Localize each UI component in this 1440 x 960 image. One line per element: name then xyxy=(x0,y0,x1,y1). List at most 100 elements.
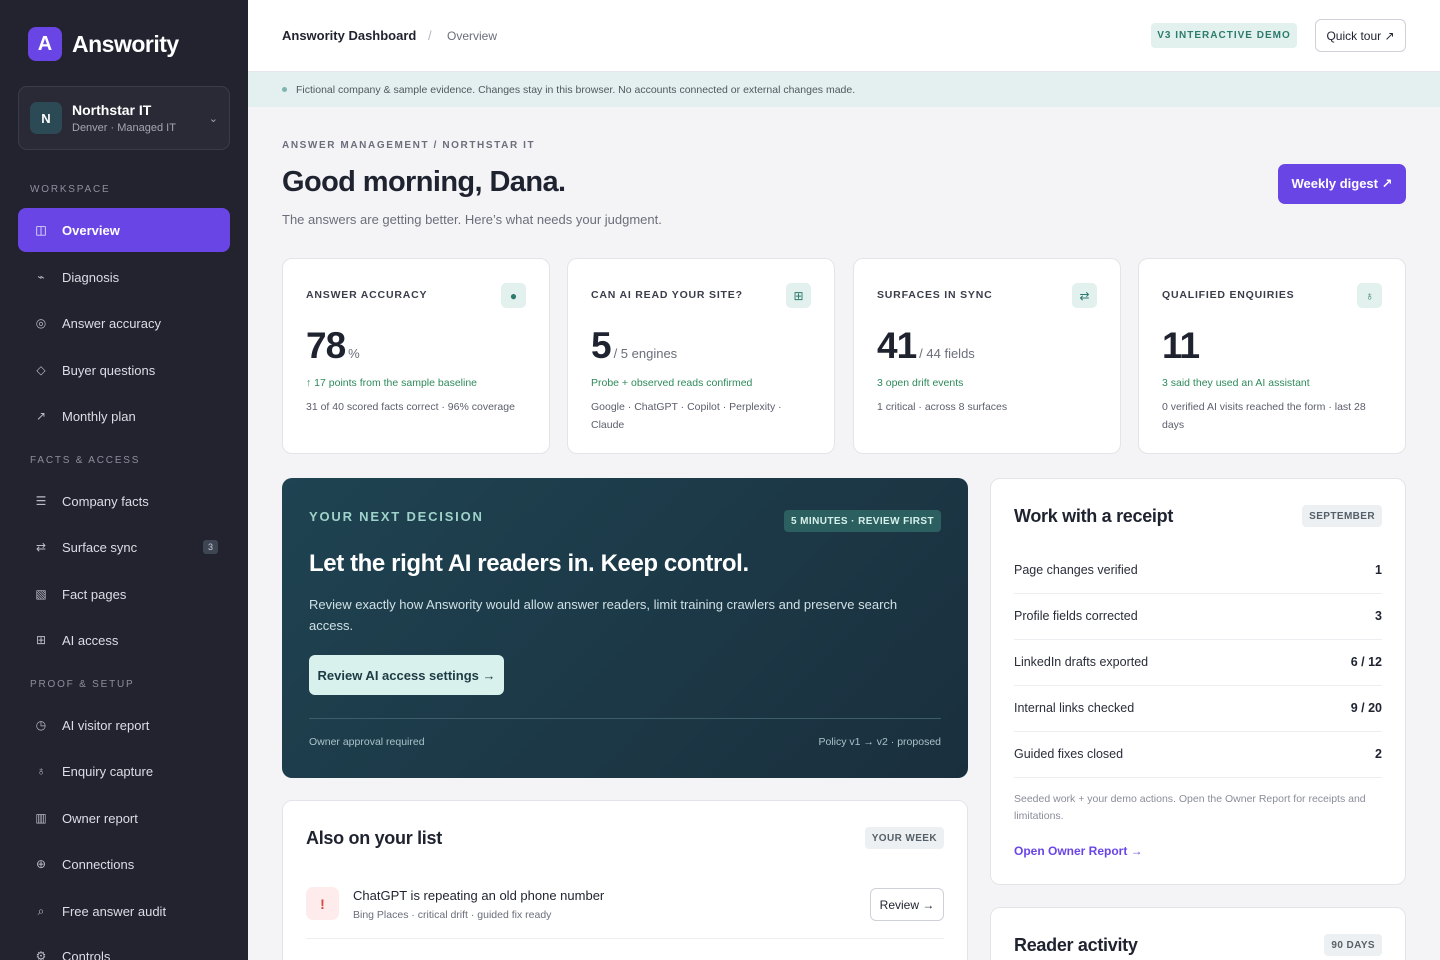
panel-title: Reader activity xyxy=(1014,935,1138,955)
receipt-row: Guided fixes closed 2 xyxy=(1014,732,1382,778)
sidebar-item-owner-report[interactable]: ▥ Owner report xyxy=(18,796,230,840)
receipt-footnote: Seeded work + your demo actions. Open th… xyxy=(1014,793,1366,822)
metric-note: Probe + observed reads confirmed xyxy=(591,377,753,389)
sync-icon: ⇄ xyxy=(1072,283,1097,308)
sidebar-item-enquiry-capture[interactable]: ♁ Enquiry capture xyxy=(18,749,230,793)
metric-value: 78 % xyxy=(306,325,360,367)
panel-title: Work with a receipt xyxy=(1014,506,1174,526)
notice-text: Fictional company & sample evidence. Cha… xyxy=(296,83,856,96)
metric-unit: / 44 fields xyxy=(919,346,975,361)
receipt-row: Profile fields corrected 3 xyxy=(1014,594,1382,640)
list-item: ! ChatGPT is repeating an old phone numb… xyxy=(306,887,944,939)
panel-title: Also on your list xyxy=(306,828,442,848)
sidebar-item-buyer-questions[interactable]: ◇ Buyer questions xyxy=(18,348,230,392)
approval-note: Owner approval required xyxy=(309,736,425,748)
sidebar-item-label: Connections xyxy=(62,856,135,872)
dot-icon xyxy=(282,87,287,92)
breadcrumb-separator: / xyxy=(428,28,432,43)
sidebar-item-label: Overview xyxy=(62,222,120,238)
search-icon: ⌕ xyxy=(37,903,45,918)
sidebar-item-overview[interactable]: ◫ Overview xyxy=(18,208,230,252)
bars-icon: ▥ xyxy=(35,811,47,825)
gear-icon: ⚙ xyxy=(35,949,47,960)
metric-value: 11 xyxy=(1162,325,1202,367)
metric-card-qualified-enquiries[interactable]: QUALIFIED ENQUIRIES ♁ 11 3 said they use… xyxy=(1138,258,1406,454)
sidebar-item-ai-access[interactable]: ⊞ AI access xyxy=(18,618,230,662)
sidebar-item-label: Enquiry capture xyxy=(62,763,154,779)
divider xyxy=(309,718,941,719)
metric-number: 11 xyxy=(1162,325,1200,366)
policy-version: Policy v1 → v2 · proposed xyxy=(818,736,941,748)
clock-icon: ◷ xyxy=(35,718,47,732)
weekly-digest-button[interactable]: Weekly digest ↗ xyxy=(1278,164,1406,204)
receipt-label: Guided fixes closed xyxy=(1014,747,1124,761)
hatch-icon: ▧ xyxy=(35,587,47,601)
sidebar-item-ai-visitor-report[interactable]: ◷ AI visitor report xyxy=(18,703,230,747)
open-owner-report-link[interactable]: Open Owner Report → xyxy=(1014,844,1143,858)
sidebar-item-company-facts[interactable]: ☰ Company facts xyxy=(18,479,230,523)
grid-icon: ⊞ xyxy=(35,633,47,647)
nav-section-workspace: WORKSPACE xyxy=(30,184,111,195)
metric-detail: 0 verified AI visits reached the form · … xyxy=(1162,401,1366,431)
sidebar-item-answer-accuracy[interactable]: ◎ Answer accuracy xyxy=(18,301,230,345)
sidebar-item-label: Fact pages xyxy=(62,586,127,602)
review-ai-access-button[interactable]: Review AI access settings → xyxy=(309,655,504,695)
receipt-value: 3 xyxy=(1375,609,1382,623)
quick-tour-button[interactable]: Quick tour ↗ xyxy=(1315,19,1406,52)
metric-note: 3 open drift events xyxy=(877,377,964,389)
metric-value: 41 / 44 fields xyxy=(877,325,975,367)
metric-card-ai-readability[interactable]: CAN AI READ YOUR SITE? ⊞ 5 / 5 engines P… xyxy=(567,258,835,454)
sidebar-item-monthly-plan[interactable]: ↗ Monthly plan xyxy=(18,394,230,438)
sidebar-item-label: Buyer questions xyxy=(62,362,156,378)
sidebar-item-label: Surface sync xyxy=(62,539,138,555)
info-icon: ● xyxy=(501,283,526,308)
receipt-label: Page changes verified xyxy=(1014,563,1138,577)
sidebar-item-label: Company facts xyxy=(62,493,149,509)
metric-detail: Google · ChatGPT · Copilot · Perplexity … xyxy=(591,401,782,431)
metric-label: SURFACES IN SYNC xyxy=(877,289,993,301)
receipt-row: Page changes verified 1 xyxy=(1014,548,1382,594)
panel-badge: SEPTEMBER xyxy=(1302,505,1382,527)
list-icon: ☰ xyxy=(35,494,47,508)
columns-icon: ◫ xyxy=(35,223,47,237)
sidebar-item-surface-sync[interactable]: ⇄ Surface sync 3 xyxy=(18,525,230,569)
decision-eyebrow: YOUR NEXT DECISION xyxy=(309,509,484,524)
sidebar-item-label: Owner report xyxy=(62,810,138,826)
sidebar-item-fact-pages[interactable]: ▧ Fact pages xyxy=(18,572,230,616)
nav-section-proof: PROOF & SETUP xyxy=(30,679,135,690)
bulb-icon: ♁ xyxy=(1357,283,1382,308)
receipt-value: 9 / 20 xyxy=(1350,701,1382,715)
reader-activity-panel: Reader activity 90 DAYS xyxy=(990,907,1406,960)
metric-note: ↑ 17 points from the sample baseline xyxy=(306,377,478,389)
metric-number: 78 xyxy=(306,325,346,366)
org-avatar: N xyxy=(30,102,62,134)
org-location: Denver · Managed IT xyxy=(72,122,176,134)
grid-icon: ⊞ xyxy=(786,283,811,308)
logo[interactable]: A Answority xyxy=(28,27,179,61)
review-button[interactable]: Review → xyxy=(870,888,944,921)
sidebar-item-controls[interactable]: ⚙ Controls xyxy=(18,934,230,960)
sidebar: A Answority N Northstar IT Denver · Mana… xyxy=(0,0,248,960)
metric-card-surfaces-in-sync[interactable]: SURFACES IN SYNC ⇄ 41 / 44 fields 3 open… xyxy=(853,258,1121,454)
org-switcher[interactable]: N Northstar IT Denver · Managed IT ⌄ xyxy=(18,86,230,150)
sidebar-item-label: Answer accuracy xyxy=(62,315,161,331)
sidebar-item-free-answer-audit[interactable]: ⌕ Free answer audit xyxy=(18,889,230,933)
metric-label: QUALIFIED ENQUIRIES xyxy=(1162,289,1295,301)
pulse-icon: ⌁ xyxy=(37,270,45,284)
sync-icon: ⇄ xyxy=(35,540,47,554)
sidebar-item-label: Free answer audit xyxy=(62,903,167,919)
metric-value: 5 / 5 engines xyxy=(591,325,677,367)
metric-card-answer-accuracy[interactable]: ANSWER ACCURACY ● 78 % ↑ 17 points from … xyxy=(282,258,550,454)
receipt-label: Profile fields corrected xyxy=(1014,609,1138,623)
metric-unit: / 5 engines xyxy=(613,346,678,361)
chevron-down-icon: ⌄ xyxy=(208,112,218,125)
receipt-value: 1 xyxy=(1375,563,1382,577)
alert-icon: ! xyxy=(306,887,339,920)
sidebar-item-diagnosis[interactable]: ⌁ Diagnosis xyxy=(18,255,230,299)
metric-label: CAN AI READ YOUR SITE? xyxy=(591,289,743,301)
metric-note: 3 said they used an AI assistant xyxy=(1162,377,1310,389)
sidebar-item-connections[interactable]: ⊕ Connections xyxy=(18,842,230,886)
breadcrumb-root[interactable]: Answority Dashboard xyxy=(282,28,416,43)
arrow-icon: ↗ xyxy=(35,409,47,423)
org-name: Northstar IT xyxy=(72,102,152,118)
